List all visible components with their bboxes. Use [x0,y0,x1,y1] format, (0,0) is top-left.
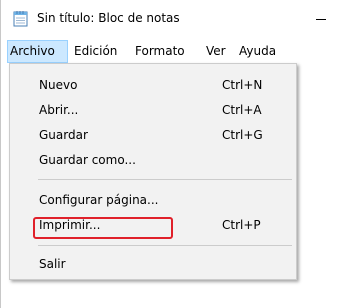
menu-formato[interactable]: Formato [133,40,187,63]
notepad-icon [13,10,29,27]
window-title: Sin título: Bloc de notas [37,11,180,25]
menu-item-abrir[interactable]: Abrir... Ctrl+A [10,100,296,122]
menu-item-label: Nuevo [39,78,78,92]
minimize-button[interactable] [306,0,341,40]
menu-item-label: Guardar como... [39,153,136,167]
menu-item-nuevo[interactable]: Nuevo Ctrl+N [10,75,296,97]
menu-ayuda[interactable]: Ayuda [237,40,278,63]
menu-item-guardar[interactable]: Guardar Ctrl+G [10,125,296,147]
menu-ver[interactable]: Ver [204,40,228,63]
menu-item-label: Guardar [39,128,88,142]
menu-edicion[interactable]: Edición [72,40,119,63]
menu-item-guardar-como[interactable]: Guardar como... [10,150,296,172]
notepad-window: Sin título: Bloc de notas Archivo Edició… [0,0,341,308]
menu-item-shortcut: Ctrl+N [222,78,263,92]
file-menu-dropdown: Nuevo Ctrl+N Abrir... Ctrl+A Guardar Ctr… [9,63,297,280]
menu-separator [38,179,292,180]
imprimir-highlight-box [33,217,173,239]
menu-item-label: Abrir... [39,103,79,117]
menu-item-shortcut: Ctrl+G [222,128,263,142]
menu-archivo[interactable]: Archivo [7,40,68,63]
menu-item-label: Salir [39,257,66,271]
menu-separator [38,245,292,246]
menu-item-shortcut: Ctrl+A [222,103,262,117]
menu-item-salir[interactable]: Salir [10,254,296,276]
menu-item-shortcut: Ctrl+P [222,218,261,232]
title-bar: Sin título: Bloc de notas [1,0,341,40]
menu-item-label: Configurar página... [39,193,159,207]
menu-item-configurar-pagina[interactable]: Configurar página... [10,190,296,212]
menu-bar: Archivo Edición Formato Ver Ayuda [1,40,341,63]
